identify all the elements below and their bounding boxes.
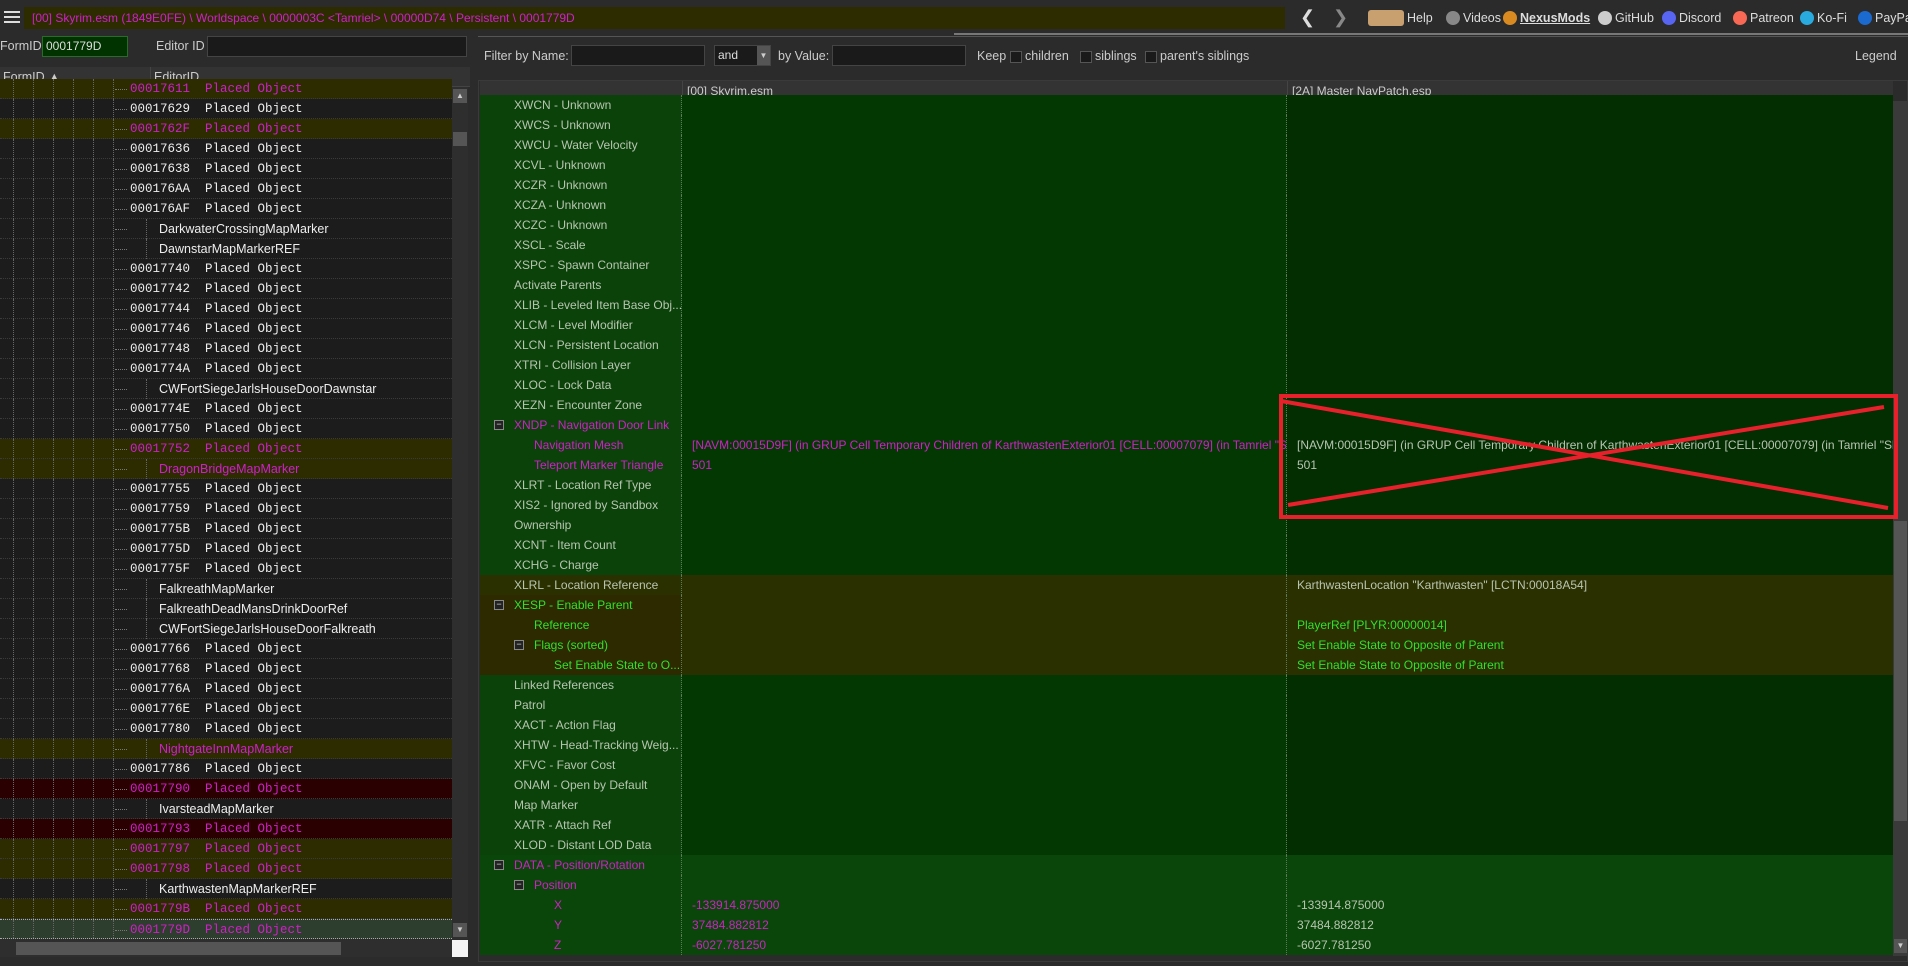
red-cross-annotation xyxy=(1279,394,1898,519)
